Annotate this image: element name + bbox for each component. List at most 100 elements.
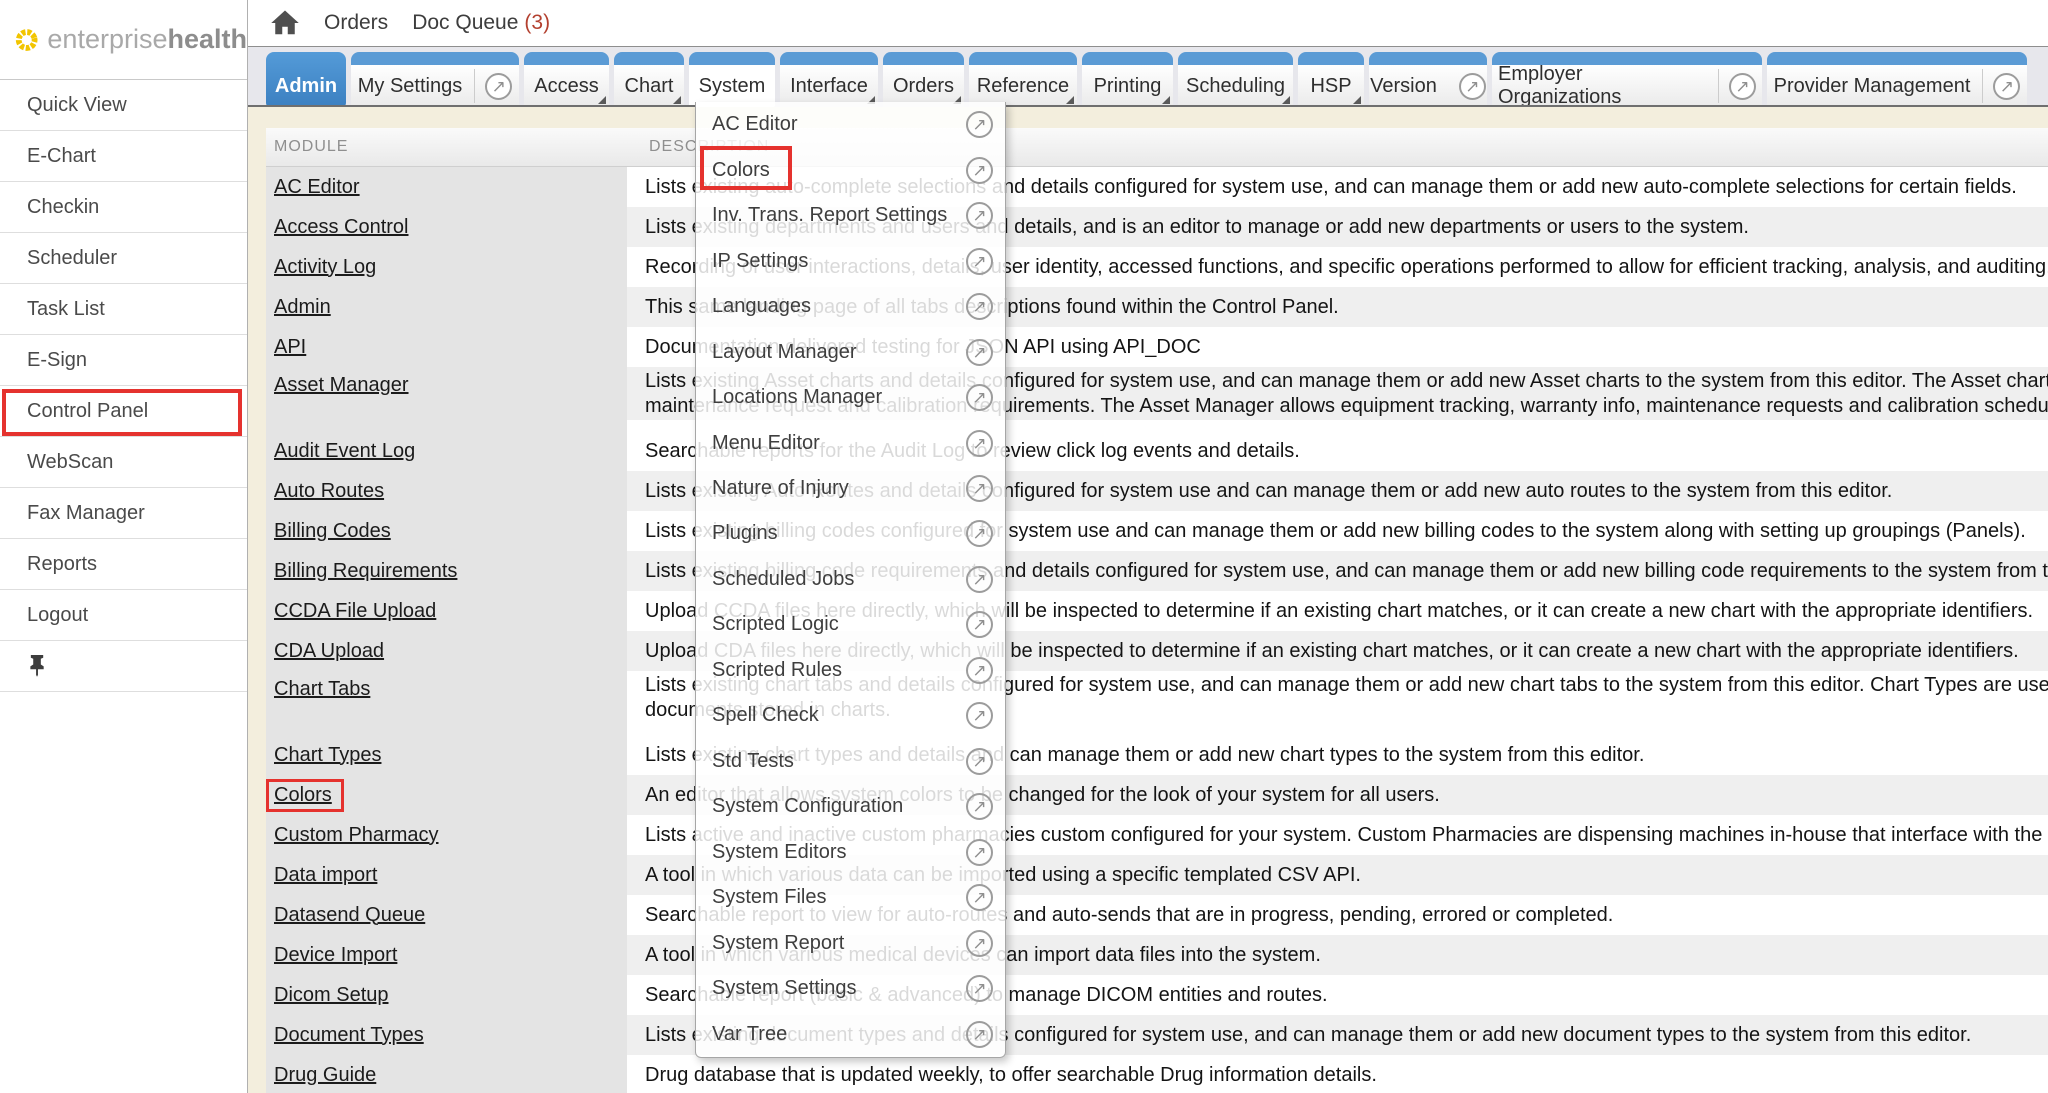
menu-item-ac-editor[interactable]: AC Editor↗ [696, 102, 1005, 147]
tab-interface[interactable]: Interface [780, 52, 878, 107]
module-link-activity-log[interactable]: Activity Log [274, 256, 376, 279]
breadcrumb-doc-queue-label: Doc Queue [412, 11, 518, 34]
sidebar-item-quick-view[interactable]: Quick View [0, 80, 247, 131]
module-link-device-import[interactable]: Device Import [274, 944, 397, 967]
menu-item-system-editors[interactable]: System Editors↗ [696, 830, 1005, 875]
tab-orders[interactable]: Orders [883, 52, 964, 107]
module-link-document-types[interactable]: Document Types [274, 1024, 424, 1047]
external-link-icon[interactable]: ↗ [966, 975, 993, 1002]
external-link-icon[interactable]: ↗ [966, 430, 993, 457]
module-link-chart-types[interactable]: Chart Types [274, 744, 381, 767]
tab-reference[interactable]: Reference [969, 52, 1077, 107]
tab-printing[interactable]: Printing [1082, 52, 1173, 107]
module-link-billing-requirements[interactable]: Billing Requirements [274, 560, 457, 583]
menu-item-languages[interactable]: Languages↗ [696, 284, 1005, 329]
external-link-icon[interactable]: ↗ [966, 475, 993, 502]
external-link-icon[interactable]: ↗ [966, 520, 993, 547]
menu-item-scripted-rules[interactable]: Scripted Rules↗ [696, 648, 1005, 693]
sidebar-item-logout[interactable]: Logout [0, 590, 247, 641]
external-link-icon[interactable]: ↗ [966, 384, 993, 411]
sidebar-item-task-list[interactable]: Task List [0, 284, 247, 335]
tab-chart[interactable]: Chart [614, 52, 684, 107]
external-link-icon[interactable]: ↗ [966, 111, 993, 138]
menu-item-locations-manager[interactable]: Locations Manager↗ [696, 375, 1005, 420]
external-link-icon[interactable]: ↗ [966, 248, 993, 275]
external-link-icon[interactable]: ↗ [966, 930, 993, 957]
sidebar-item-scheduler[interactable]: Scheduler [0, 233, 247, 284]
menu-item-inv-trans-report-settings[interactable]: Inv. Trans. Report Settings↗ [696, 193, 1005, 238]
menu-item-colors[interactable]: Colors↗ [696, 147, 1005, 192]
external-link-icon[interactable]: ↗ [966, 839, 993, 866]
tab-provider-management[interactable]: Provider Management↗ [1767, 52, 2027, 107]
menu-item-system-settings[interactable]: System Settings↗ [696, 966, 1005, 1011]
home-icon[interactable] [270, 8, 300, 38]
external-link-icon[interactable]: ↗ [1459, 73, 1486, 100]
external-link-icon[interactable]: ↗ [966, 566, 993, 593]
module-link-audit-event-log[interactable]: Audit Event Log [274, 440, 415, 463]
external-link-icon[interactable]: ↗ [966, 293, 993, 320]
module-link-access-control[interactable]: Access Control [274, 216, 409, 239]
module-link-ac-editor[interactable]: AC Editor [274, 176, 360, 199]
tab-my-settings[interactable]: My Settings↗ [351, 52, 519, 107]
external-link-icon[interactable]: ↗ [1993, 73, 2020, 100]
tab-system[interactable]: System [689, 52, 775, 107]
module-link-admin[interactable]: Admin [274, 296, 331, 319]
external-link-icon[interactable]: ↗ [1729, 73, 1756, 100]
tab-cap [969, 52, 1077, 65]
menu-item-label: Std Tests [712, 750, 966, 773]
module-link-data-import[interactable]: Data import [274, 864, 377, 887]
breadcrumb-orders[interactable]: Orders [324, 11, 388, 35]
external-link-icon[interactable]: ↗ [966, 702, 993, 729]
menu-item-plugins[interactable]: Plugins↗ [696, 511, 1005, 556]
sidebar-item-checkin[interactable]: Checkin [0, 182, 247, 233]
menu-item-menu-editor[interactable]: Menu Editor↗ [696, 420, 1005, 465]
sidebar-item-fax-manager[interactable]: Fax Manager [0, 488, 247, 539]
sidebar-item-e-sign[interactable]: E-Sign [0, 335, 247, 386]
external-link-icon[interactable]: ↗ [966, 1021, 993, 1048]
menu-item-ip-settings[interactable]: IP Settings↗ [696, 238, 1005, 283]
sidebar-item-reports[interactable]: Reports [0, 539, 247, 590]
external-link-icon[interactable]: ↗ [966, 202, 993, 229]
module-link-asset-manager[interactable]: Asset Manager [274, 374, 409, 397]
external-link-icon[interactable]: ↗ [966, 611, 993, 638]
module-link-custom-pharmacy[interactable]: Custom Pharmacy [274, 824, 439, 847]
tab-admin[interactable]: Admin [266, 52, 346, 107]
menu-item-scripted-logic[interactable]: Scripted Logic↗ [696, 602, 1005, 647]
tab-version[interactable]: Version↗ [1369, 52, 1487, 107]
module-link-colors[interactable]: Colors [274, 784, 332, 807]
breadcrumb-doc-queue[interactable]: Doc Queue(3) [412, 11, 550, 35]
external-link-icon[interactable]: ↗ [966, 884, 993, 911]
module-link-dicom-setup[interactable]: Dicom Setup [274, 984, 389, 1007]
sidebar-item-webscan[interactable]: WebScan [0, 437, 247, 488]
menu-item-system-files[interactable]: System Files↗ [696, 875, 1005, 920]
external-link-icon[interactable]: ↗ [966, 657, 993, 684]
sidebar-pin-row[interactable] [0, 641, 247, 692]
tab-scheduling[interactable]: Scheduling [1178, 52, 1293, 107]
menu-item-spell-check[interactable]: Spell Check↗ [696, 693, 1005, 738]
sidebar-item-e-chart[interactable]: E-Chart [0, 131, 247, 182]
tab-access[interactable]: Access [524, 52, 609, 107]
module-link-auto-routes[interactable]: Auto Routes [274, 480, 384, 503]
module-link-datasend-queue[interactable]: Datasend Queue [274, 904, 425, 927]
external-link-icon[interactable]: ↗ [966, 339, 993, 366]
menu-item-var-tree[interactable]: Var Tree↗ [696, 1011, 1005, 1056]
sidebar-item-control-panel[interactable]: Control Panel [0, 386, 247, 437]
menu-item-system-report[interactable]: System Report↗ [696, 920, 1005, 965]
menu-item-layout-manager[interactable]: Layout Manager↗ [696, 329, 1005, 374]
module-link-chart-tabs[interactable]: Chart Tabs [274, 678, 370, 701]
menu-item-std-tests[interactable]: Std Tests↗ [696, 739, 1005, 784]
external-link-icon[interactable]: ↗ [966, 748, 993, 775]
module-link-billing-codes[interactable]: Billing Codes [274, 520, 391, 543]
menu-item-scheduled-jobs[interactable]: Scheduled Jobs↗ [696, 557, 1005, 602]
menu-item-system-configuration[interactable]: System Configuration↗ [696, 784, 1005, 829]
module-link-drug-guide[interactable]: Drug Guide [274, 1064, 376, 1087]
external-link-icon[interactable]: ↗ [966, 793, 993, 820]
module-link-api[interactable]: API [274, 336, 306, 359]
menu-item-nature-of-injury[interactable]: Nature of Injury↗ [696, 466, 1005, 511]
tab-hsp[interactable]: HSP [1298, 52, 1364, 107]
external-link-icon[interactable]: ↗ [966, 157, 993, 184]
module-link-cda-upload[interactable]: CDA Upload [274, 640, 384, 663]
module-link-ccda-file-upload[interactable]: CCDA File Upload [274, 600, 436, 623]
external-link-icon[interactable]: ↗ [485, 73, 512, 100]
tab-employer-organizations[interactable]: Employer Organizations↗ [1492, 52, 1762, 107]
